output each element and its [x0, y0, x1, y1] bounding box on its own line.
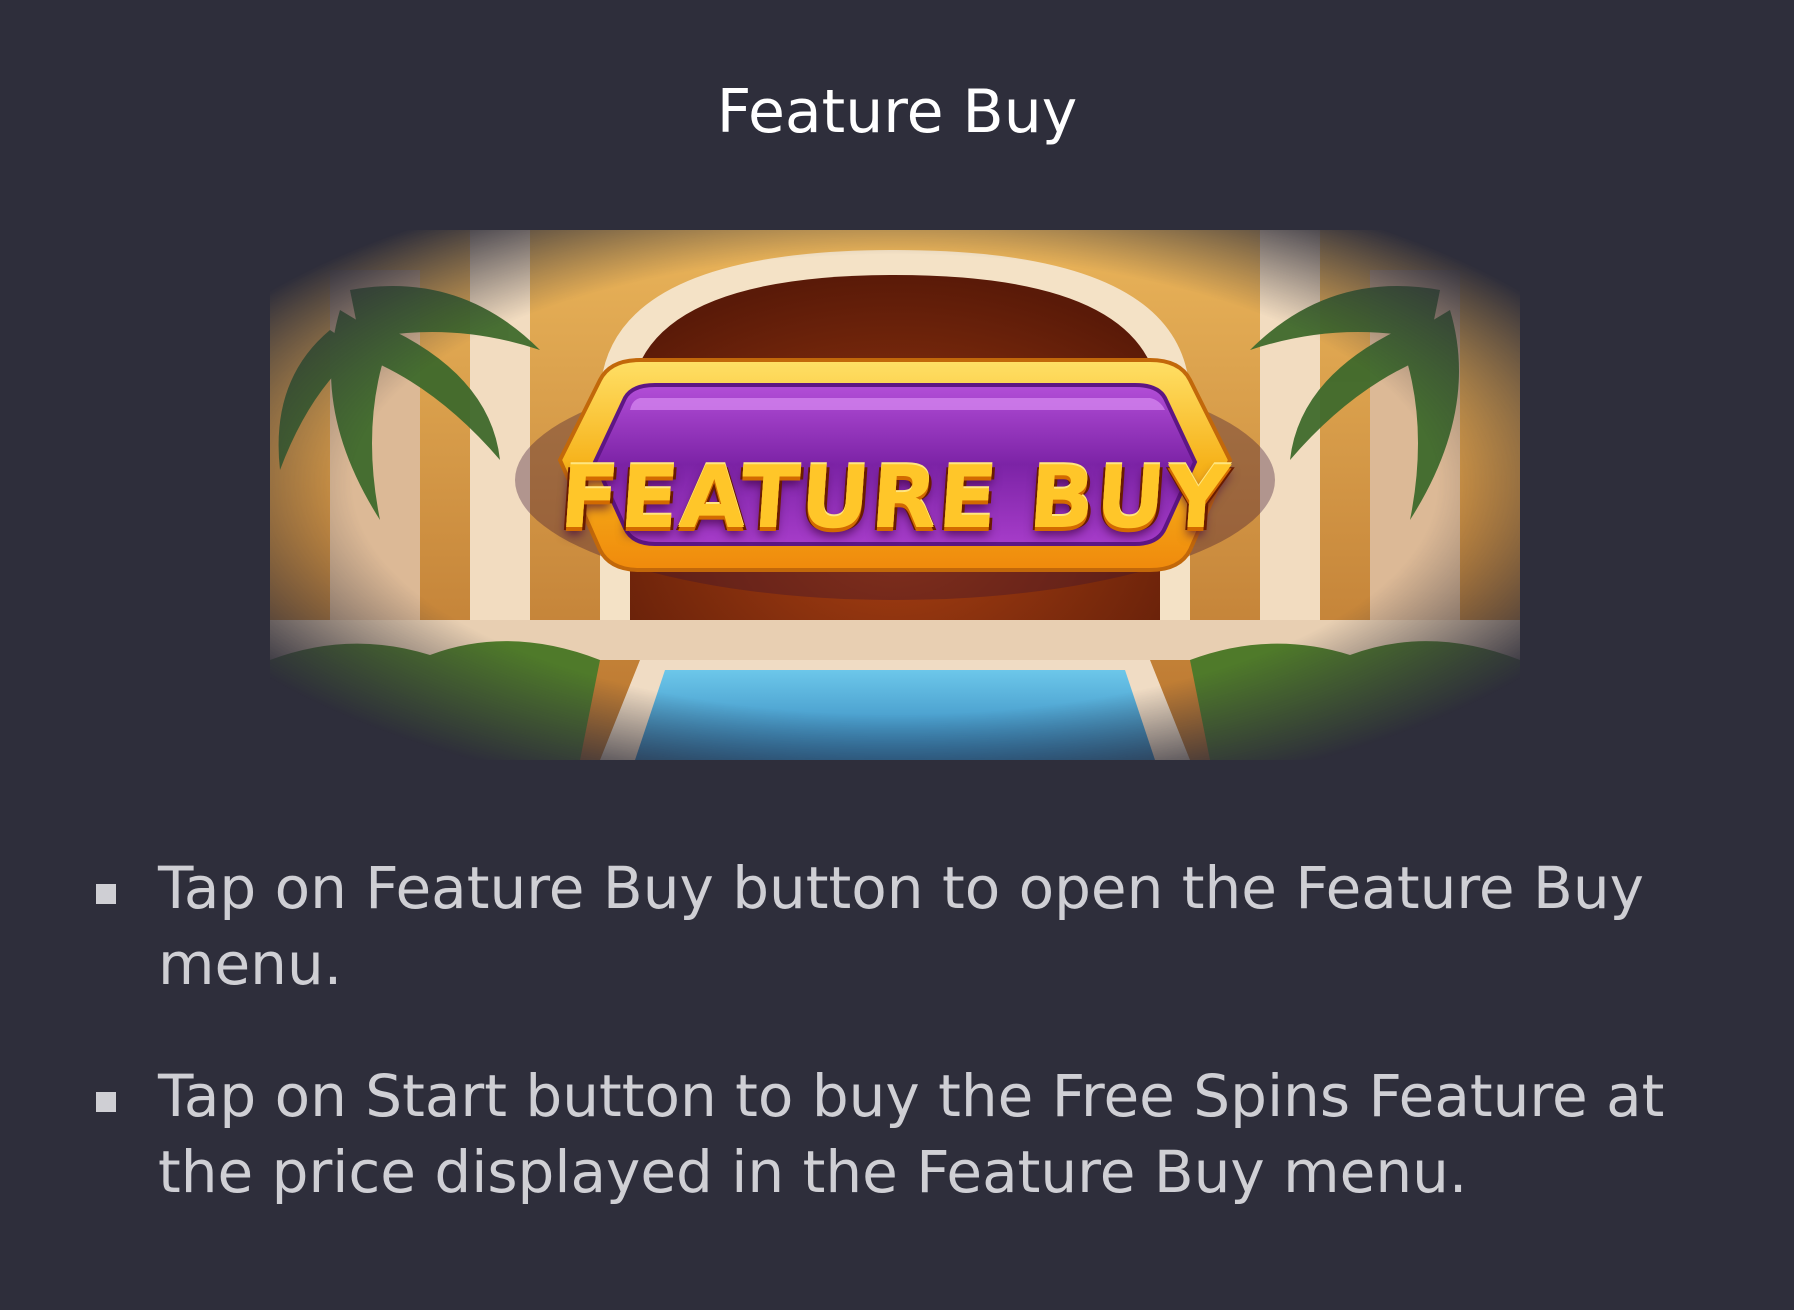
palace-scene-illustration	[270, 230, 1520, 760]
instruction-item: Tap on Feature Buy button to open the Fe…	[0, 850, 1794, 1002]
page-title: Feature Buy	[716, 77, 1078, 147]
instruction-item: Tap on Start button to buy the Free Spin…	[0, 1058, 1794, 1210]
square-bullet-icon	[96, 1092, 116, 1112]
instruction-list: Tap on Feature Buy button to open the Fe…	[0, 850, 1794, 1266]
square-bullet-icon	[96, 884, 116, 904]
feature-buy-banner-image	[270, 230, 1520, 760]
instruction-text: Tap on Feature Buy button to open the Fe…	[158, 854, 1644, 998]
instruction-text: Tap on Start button to buy the Free Spin…	[158, 1062, 1665, 1206]
